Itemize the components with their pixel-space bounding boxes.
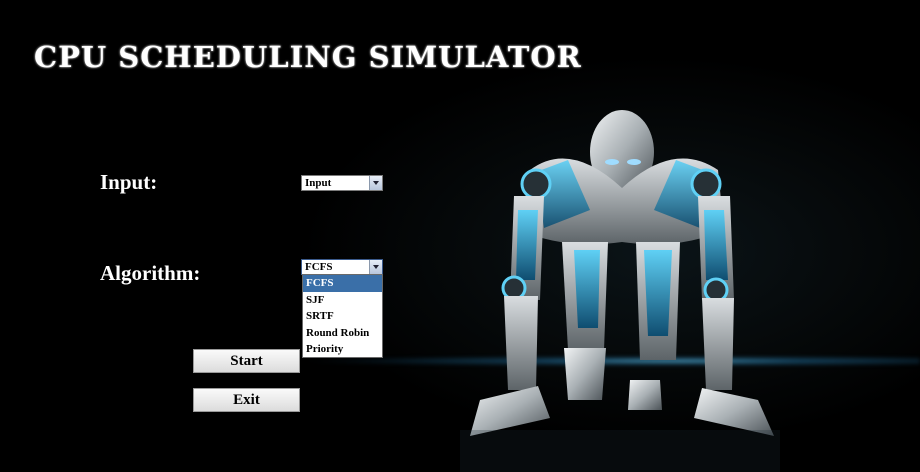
chevron-down-icon[interactable] (369, 260, 382, 274)
page-title: CPU SCHEDULING SIMULATOR (34, 40, 582, 74)
chevron-down-icon[interactable] (369, 176, 382, 190)
start-button[interactable]: Start (193, 349, 300, 373)
algorithm-label: Algorithm: (100, 261, 201, 285)
algorithm-dropdown-list: FCFS SJF SRTF Round Robin Priority (302, 274, 383, 358)
algorithm-option-fcfs[interactable]: FCFS (303, 275, 382, 292)
input-select-value: Input (305, 177, 332, 189)
algorithm-option-srtf[interactable]: SRTF (303, 308, 382, 325)
algorithm-select-value: FCFS (305, 261, 333, 273)
algorithm-option-priority[interactable]: Priority (303, 341, 382, 358)
robot-runner-image (460, 110, 780, 472)
input-select[interactable]: Input (301, 175, 383, 191)
algorithm-select[interactable]: FCFS (301, 259, 383, 275)
input-label: Input: (100, 170, 158, 194)
algorithm-option-round-robin[interactable]: Round Robin (303, 325, 382, 342)
algorithm-option-sjf[interactable]: SJF (303, 292, 382, 309)
exit-button[interactable]: Exit (193, 388, 300, 412)
